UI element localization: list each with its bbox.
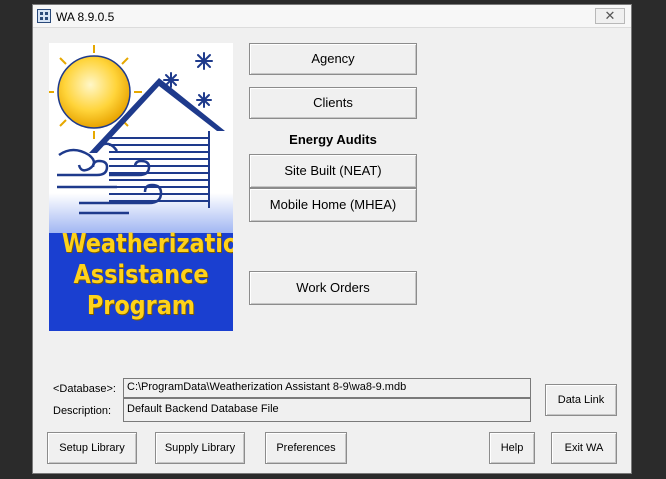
work-orders-label: Work Orders <box>296 280 370 295</box>
data-link-button[interactable]: Data Link <box>545 384 617 416</box>
setup-library-button[interactable]: Setup Library <box>47 432 137 464</box>
site-built-label: Site Built (NEAT) <box>284 163 382 178</box>
preferences-button[interactable]: Preferences <box>265 432 347 464</box>
window-title: WA 8.9.0.5 <box>56 10 115 24</box>
logo-line-1: Weatherization <box>61 229 233 259</box>
description-field: Default Backend Database File <box>123 398 531 422</box>
logo-line-3: Program <box>86 291 196 321</box>
exit-label: Exit WA <box>564 442 604 454</box>
main-window: WA 8.9.0.5 ✕ Weatherizati Assistance Pro… <box>32 4 632 474</box>
database-label: <Database>: <box>53 383 116 395</box>
app-grid-icon <box>37 9 51 23</box>
work-orders-button[interactable]: Work Orders <box>249 271 417 305</box>
agency-button-label: Agency <box>311 51 355 66</box>
site-built-neat-button[interactable]: Site Built (NEAT) <box>249 154 417 188</box>
energy-audits-label: Energy Audits <box>289 132 377 147</box>
database-path-field: C:\ProgramData\Weatherization Assistant … <box>123 378 531 398</box>
exit-button[interactable]: Exit WA <box>551 432 617 464</box>
clients-button[interactable]: Clients <box>249 87 417 119</box>
close-button[interactable]: ✕ <box>595 8 625 24</box>
setup-library-label: Setup Library <box>59 442 125 454</box>
help-button[interactable]: Help <box>489 432 535 464</box>
agency-button[interactable]: Agency <box>249 43 417 75</box>
close-icon: ✕ <box>604 8 616 23</box>
description-label: Description: <box>53 405 112 417</box>
logo-line-2: Assistance <box>73 260 209 290</box>
weatherization-logo: Weatherization Assistance Program <box>49 43 233 331</box>
title-bar: WA 8.9.0.5 ✕ <box>33 5 631 28</box>
help-label: Help <box>500 442 524 454</box>
supply-library-button[interactable]: Supply Library <box>155 432 245 464</box>
data-link-label: Data Link <box>557 394 605 406</box>
mobile-home-label: Mobile Home (MHEA) <box>269 197 397 212</box>
preferences-label: Preferences <box>276 442 336 454</box>
supply-library-label: Supply Library <box>164 442 236 454</box>
mobile-home-mhea-button[interactable]: Mobile Home (MHEA) <box>249 188 417 222</box>
clients-button-label: Clients <box>313 95 353 110</box>
